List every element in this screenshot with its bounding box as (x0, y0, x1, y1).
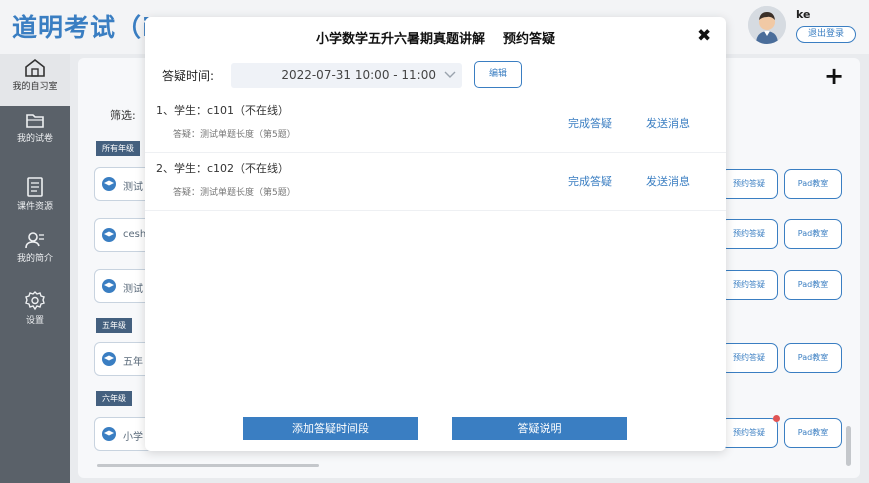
graduation-cap-icon (102, 228, 116, 242)
sidebar-item-label: 我的试卷 (16, 134, 53, 144)
complete-qa-link[interactable]: 完成答疑 (568, 115, 612, 131)
sidebar-item-label: 我的简介 (16, 254, 53, 264)
avatar-image (748, 6, 786, 44)
send-message-link[interactable]: 发送消息 (646, 173, 690, 189)
avatar[interactable] (748, 6, 786, 44)
list-item: 2、学生：c102（不在线） 答疑：测试单题长度（第5题） 完成答疑 发送消息 (145, 153, 726, 211)
reserve-qa-button[interactable]: 预约答疑 (720, 219, 778, 249)
scroll-thumb[interactable] (846, 426, 851, 466)
vertical-scrollbar[interactable] (846, 96, 852, 468)
complete-qa-link[interactable]: 完成答疑 (568, 173, 612, 189)
sidebar: 我的自习室 我的试卷 课件资源 我的简介 设置 (0, 54, 70, 483)
reserve-qa-button[interactable]: 预约答疑 (720, 169, 778, 199)
graduation-cap-icon (102, 177, 116, 191)
grade-tag-grade6[interactable]: 六年级 (96, 391, 132, 406)
home-icon (25, 58, 45, 77)
graduation-cap-icon (102, 352, 116, 366)
notification-dot (773, 415, 780, 422)
folder-icon (26, 114, 44, 128)
pad-classroom-button[interactable]: Pad教室 (784, 270, 842, 300)
reserve-qa-button[interactable]: 预约答疑 (720, 343, 778, 373)
pad-classroom-button[interactable]: Pad教室 (784, 169, 842, 199)
filter-label: 筛选: (110, 109, 136, 122)
sidebar-item-profile[interactable]: 我的简介 (0, 226, 70, 278)
student-label: 1、学生：c101（不在线） (156, 104, 290, 117)
qa-detail: 答疑：测试单题长度（第5题） (173, 188, 296, 198)
user-name: ke (796, 8, 811, 21)
course-name: 测试 (123, 182, 143, 193)
sidebar-item-settings[interactable]: 设置 (0, 286, 70, 338)
reserve-qa-button[interactable]: 预约答疑 (720, 270, 778, 300)
sidebar-item-label: 我的自习室 (12, 82, 58, 92)
course-name: 五年 (123, 357, 143, 368)
plus-icon[interactable]: + (824, 64, 844, 88)
sidebar-item-study-room[interactable]: 我的自习室 (0, 54, 70, 106)
edit-button[interactable]: 编辑 (474, 61, 522, 88)
qa-instructions-button[interactable]: 答疑说明 (452, 417, 627, 440)
chevron-down-icon (444, 71, 456, 78)
course-name: cesh (123, 229, 147, 240)
sidebar-item-label: 设置 (25, 316, 44, 326)
close-icon[interactable]: ✖ (697, 27, 711, 45)
sidebar-item-papers[interactable]: 我的试卷 (0, 106, 70, 158)
document-icon (27, 177, 43, 197)
sidebar-item-label: 课件资源 (16, 202, 53, 212)
logout-button[interactable]: 退出登录 (796, 26, 856, 43)
qa-time-label: 答疑时间: (162, 69, 215, 83)
course-name: 小学 (123, 432, 143, 443)
qa-time-select[interactable]: 2022-07-31 10:00 - 11:00 (231, 63, 462, 88)
qa-time-value: 2022-07-31 10:00 - 11:00 (281, 68, 436, 82)
graduation-cap-icon (102, 279, 116, 293)
reserve-qa-button[interactable]: 预约答疑 (720, 418, 778, 448)
horizontal-scrollbar[interactable] (97, 464, 319, 467)
reserve-qa-dialog: 小学数学五升六暑期真题讲解 预约答疑 ✖ 答疑时间: 2022-07-31 10… (145, 17, 726, 451)
qa-detail: 答疑：测试单题长度（第5题） (173, 130, 296, 140)
gear-icon (25, 291, 45, 311)
pad-classroom-button[interactable]: Pad教室 (784, 219, 842, 249)
grade-tag-grade5[interactable]: 五年级 (96, 318, 132, 333)
pad-classroom-button[interactable]: Pad教室 (784, 418, 842, 448)
course-name: 测试 (123, 284, 143, 295)
add-time-slot-button[interactable]: 添加答疑时间段 (243, 417, 418, 440)
list-item: 1、学生：c101（不在线） 答疑：测试单题长度（第5题） 完成答疑 发送消息 (145, 95, 726, 153)
profile-icon (25, 232, 44, 249)
dialog-title: 小学数学五升六暑期真题讲解 预约答疑 (315, 32, 556, 47)
sidebar-item-resources[interactable]: 课件资源 (0, 172, 70, 224)
send-message-link[interactable]: 发送消息 (646, 115, 690, 131)
pad-classroom-button[interactable]: Pad教室 (784, 343, 842, 373)
graduation-cap-icon (102, 427, 116, 441)
grade-tag-all[interactable]: 所有年级 (96, 141, 140, 156)
student-label: 2、学生：c102（不在线） (156, 162, 290, 175)
